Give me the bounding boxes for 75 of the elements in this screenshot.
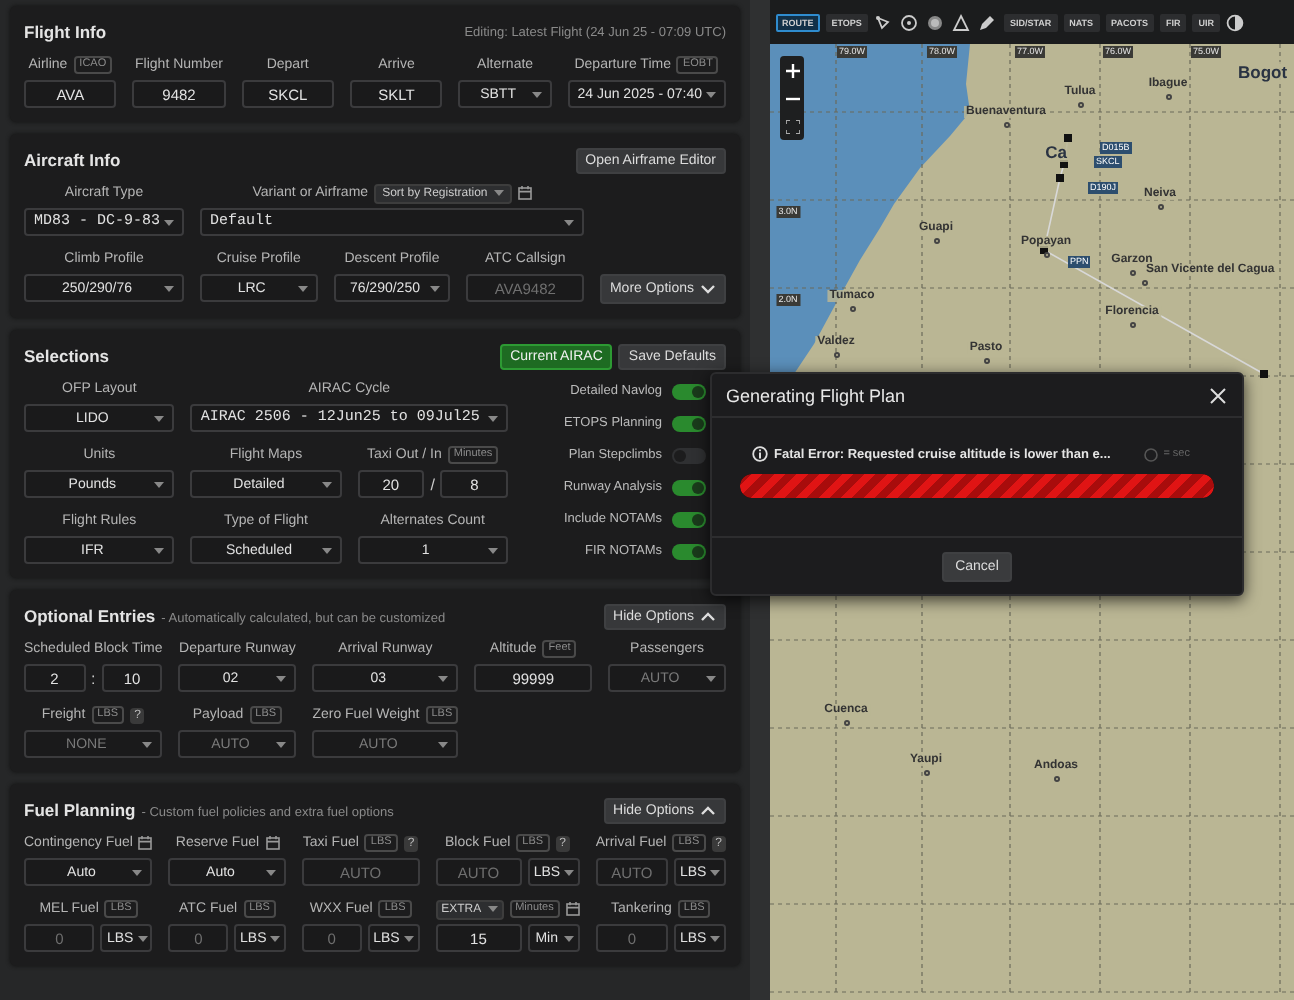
- section-title: Selections: [24, 346, 110, 366]
- section-title: Flight Info: [24, 22, 107, 42]
- section-title: Fuel Planning: [24, 800, 136, 820]
- fullscreen-icon: [785, 119, 799, 133]
- caret-icon: [488, 415, 498, 421]
- map-dot: [833, 352, 839, 358]
- caret-icon: [154, 547, 165, 553]
- map-dot: [933, 238, 939, 244]
- map-dot: [849, 306, 855, 312]
- caret-icon: [137, 935, 148, 941]
- place-label: Bogot: [1236, 62, 1290, 82]
- caret-icon: [142, 741, 153, 747]
- section-title: Aircraft Info: [24, 150, 121, 170]
- waypoint-marker[interactable]: [1064, 134, 1072, 142]
- caret-icon: [276, 675, 287, 681]
- separator-text: /: [430, 475, 435, 493]
- caret-icon: [164, 219, 175, 225]
- map-dot: [1141, 280, 1147, 286]
- map-dot: [1157, 204, 1163, 210]
- caret-icon: [321, 547, 332, 553]
- pen-icon[interactable]: [977, 12, 998, 32]
- caret-icon: [321, 481, 332, 487]
- caret-icon: [563, 219, 574, 225]
- caret-icon: [297, 285, 308, 291]
- toggle-switch[interactable]: [672, 511, 706, 527]
- caret-icon: [710, 935, 721, 941]
- map-dot: [923, 770, 929, 776]
- waypoint-marker[interactable]: [1260, 370, 1268, 378]
- toggle-switch[interactable]: [672, 415, 706, 431]
- caret-icon: [430, 285, 441, 291]
- caret-icon: [270, 935, 281, 941]
- caret-icon: [438, 741, 449, 747]
- caret-icon: [438, 675, 449, 681]
- place-label: Ca: [1043, 142, 1069, 162]
- toggle-switch[interactable]: [672, 383, 706, 399]
- map-dot: [1003, 122, 1009, 128]
- contrast-icon[interactable]: [1225, 12, 1246, 32]
- caret-icon: [276, 741, 287, 747]
- info-icon: [752, 446, 768, 462]
- caret-icon: [706, 675, 716, 681]
- toggle-switch[interactable]: [672, 479, 706, 495]
- map-dot: [1043, 252, 1049, 258]
- map-dot: [843, 720, 849, 726]
- map-dot: [1129, 270, 1135, 276]
- toggle-switch[interactable]: [672, 543, 706, 559]
- caret-icon: [266, 869, 277, 875]
- caret-icon: [564, 869, 575, 875]
- target-icon[interactable]: [899, 12, 920, 32]
- plus-icon: [785, 63, 799, 77]
- waypoint-marker[interactable]: [1056, 174, 1064, 182]
- separator-text: :: [91, 669, 96, 687]
- clock-icon: [1143, 447, 1158, 461]
- section-title: Optional Entries: [24, 606, 156, 626]
- caret-icon: [154, 415, 165, 421]
- lasso-icon[interactable]: [873, 12, 894, 32]
- caret-icon: [531, 91, 542, 97]
- caret-icon: [488, 547, 498, 553]
- caret-icon: [706, 91, 716, 97]
- map-dot: [1129, 322, 1135, 328]
- caret-icon: [154, 481, 165, 487]
- caret-icon: [493, 190, 504, 196]
- map-dot: [983, 358, 989, 364]
- map-dot: [1165, 94, 1171, 100]
- caret-icon: [403, 935, 414, 941]
- caret-icon: [164, 285, 175, 291]
- caret-icon: [487, 906, 498, 912]
- close-button[interactable]: [1208, 386, 1226, 404]
- map-dot: [1077, 102, 1083, 108]
- dialog-title: Generating Flight Plan: [726, 385, 906, 405]
- caret-icon: [563, 935, 574, 941]
- toggle-switch[interactable]: [672, 447, 706, 463]
- triangle-icon[interactable]: [951, 12, 972, 32]
- caret-icon: [132, 869, 143, 875]
- caret-icon: [710, 869, 721, 875]
- map-dot: [1053, 776, 1059, 782]
